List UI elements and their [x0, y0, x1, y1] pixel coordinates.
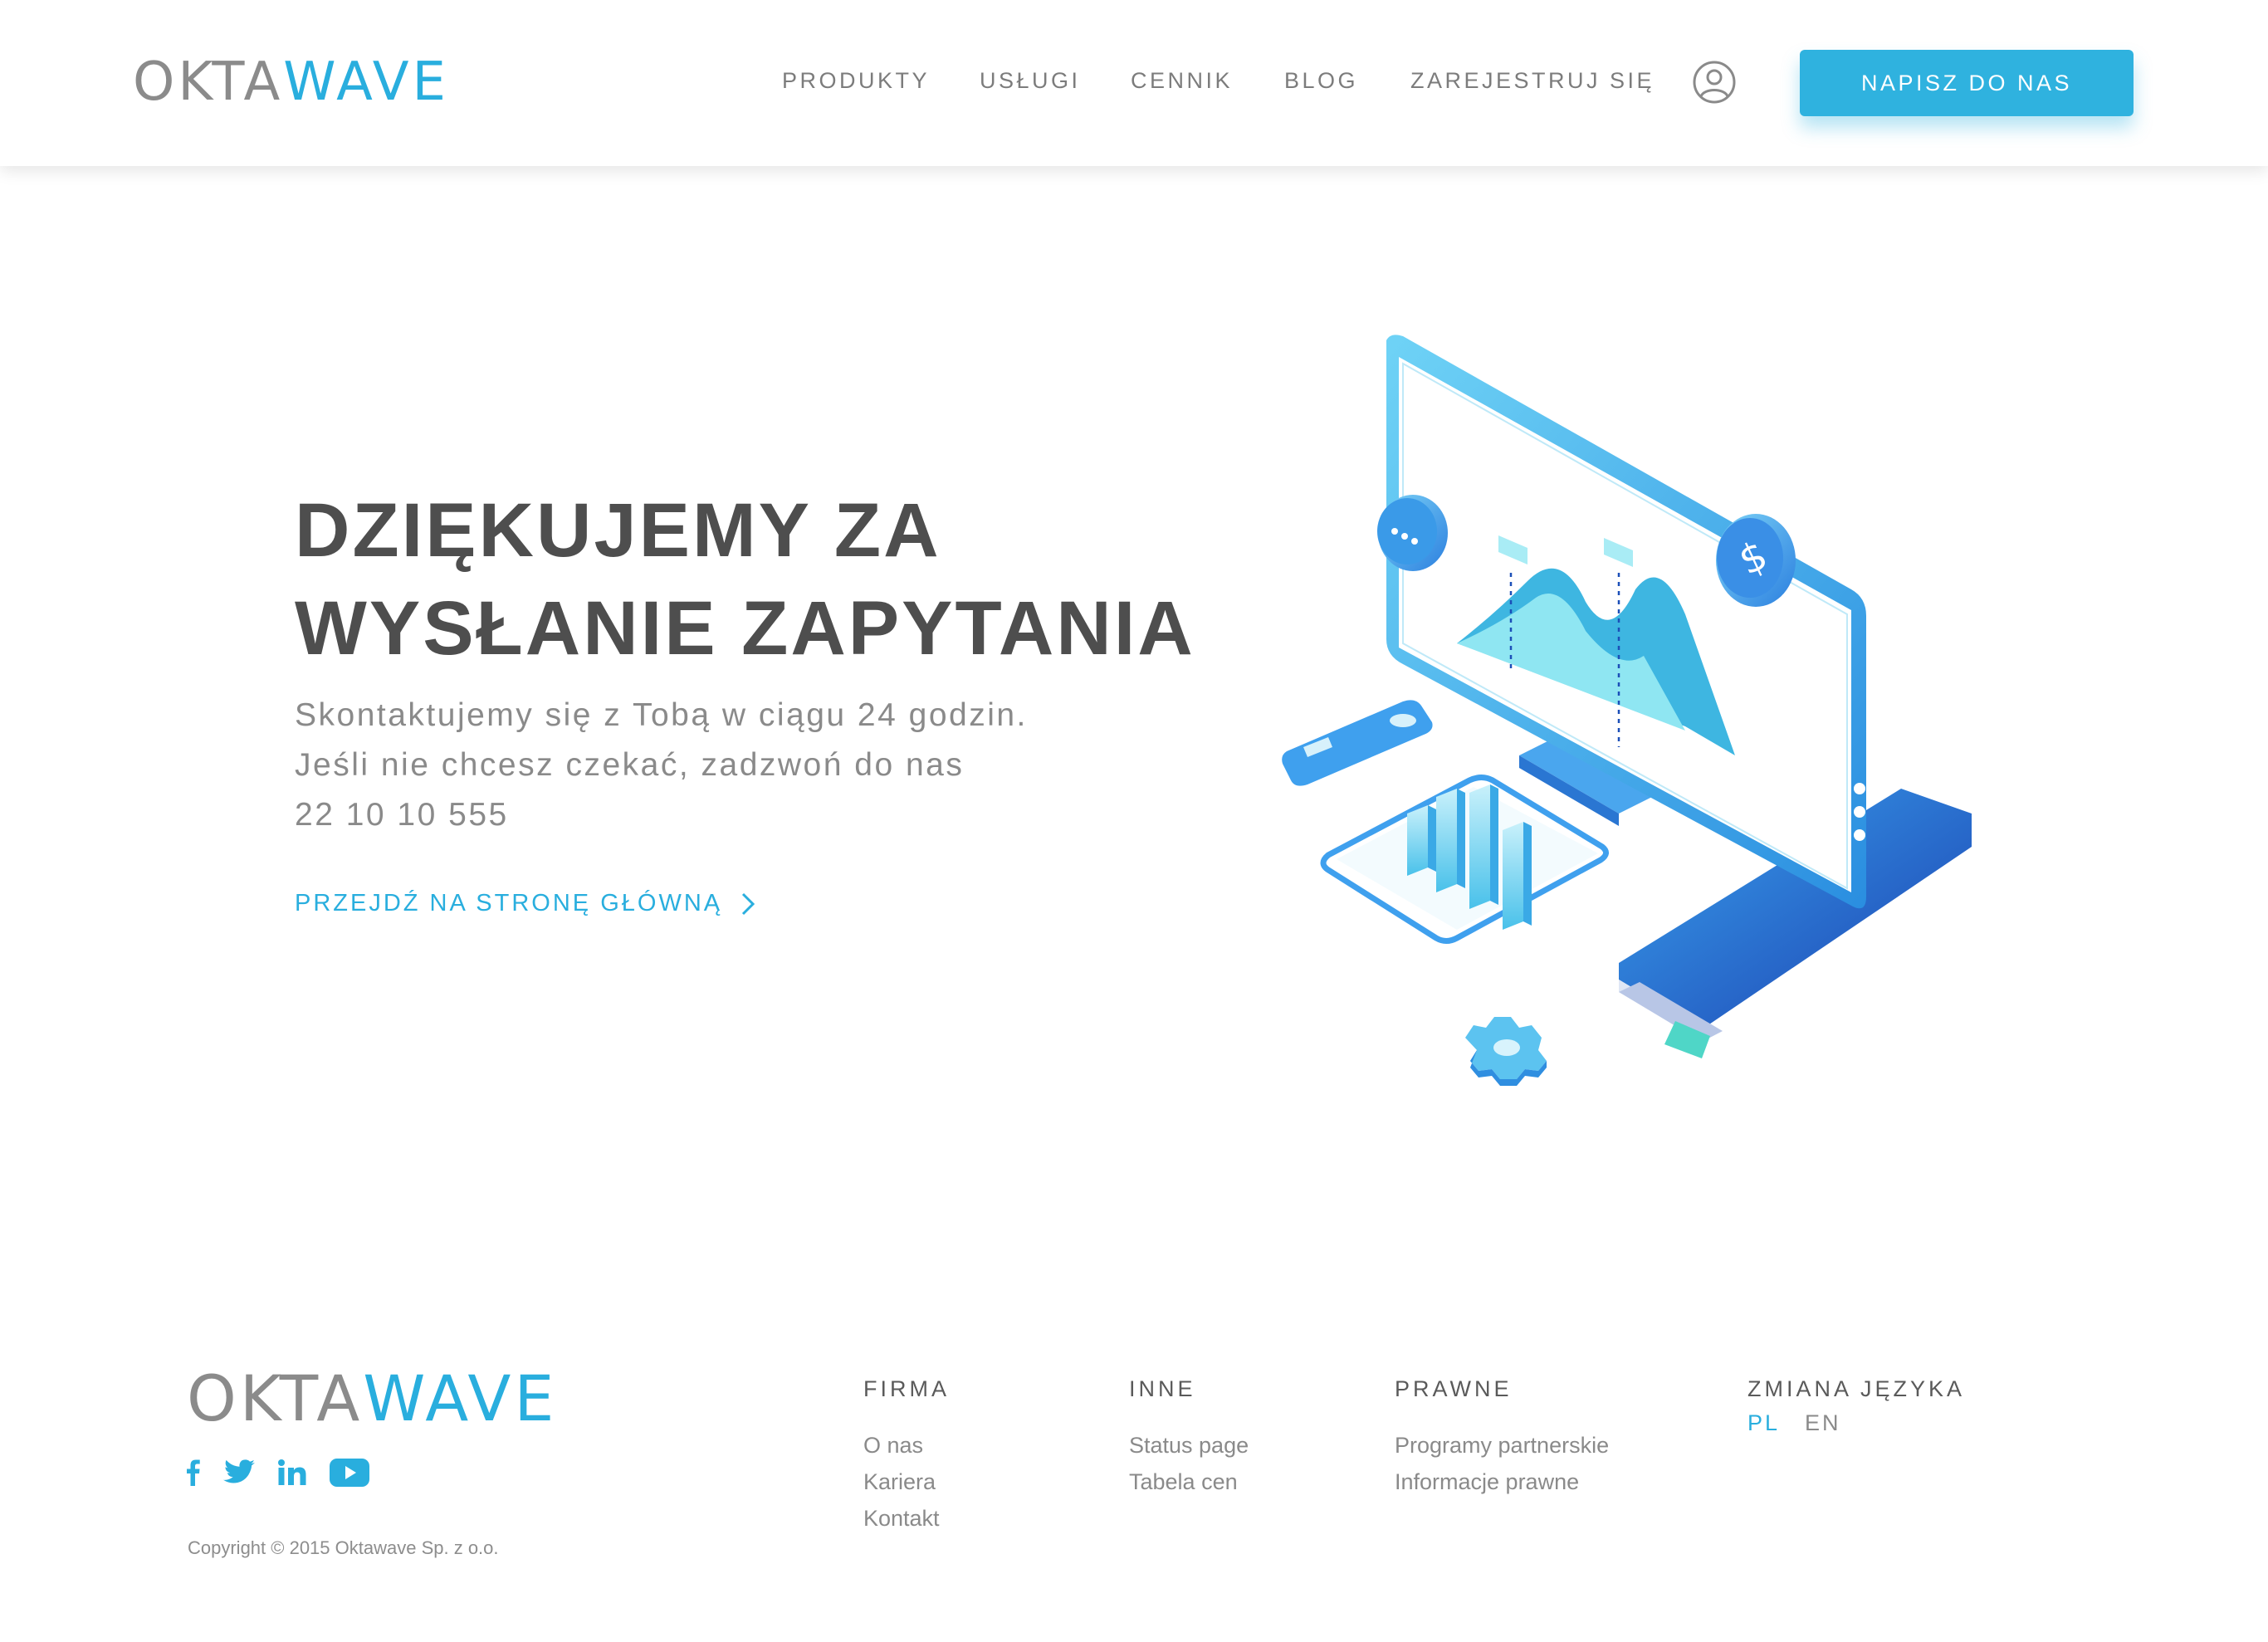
nav-item-cennik[interactable]: CENNIK [1131, 68, 1233, 94]
page-title: DZIĘKUJEMY ZA WYSŁANIE ZAPYTANIA [295, 481, 1291, 677]
footer-link-list: Status page Tabela cen [1129, 1427, 1249, 1500]
nav-item-produkty[interactable]: PRODUKTY [782, 68, 930, 94]
language-option-en[interactable]: EN [1805, 1410, 1841, 1436]
youtube-icon[interactable] [330, 1459, 369, 1487]
footer-column-firma: FIRMA O nas Kariera Kontakt [863, 1376, 950, 1537]
footer-logo[interactable]: OKTA WAVE [187, 1361, 557, 1435]
back-to-home-label: PRZEJDŹ NA STRONĘ GŁÓWNĄ [295, 890, 723, 916]
user-circle-icon[interactable] [1692, 60, 1737, 105]
nav-item-uslugi[interactable]: USŁUGI [980, 68, 1081, 94]
back-to-home-link[interactable]: PRZEJDŹ NA STRONĘ GŁÓWNĄ [295, 890, 755, 917]
footer-link-tabela-cen[interactable]: Tabela cen [1129, 1464, 1249, 1500]
footer-link-programy-partnerskie[interactable]: Programy partnerskie [1395, 1427, 1609, 1464]
confirmation-message: Skontaktujemy się z Tobą w ciągu 24 godz… [295, 691, 1208, 840]
facebook-icon[interactable] [187, 1459, 200, 1486]
footer-column-title: INNE [1129, 1376, 1196, 1401]
language-option-pl[interactable]: PL [1747, 1410, 1780, 1436]
language-options: PL EN [1747, 1410, 1965, 1436]
footer-link-kariera[interactable]: Kariera [863, 1464, 950, 1500]
contact-us-button[interactable]: NAPISZ DO NAS [1800, 50, 2134, 116]
page-title-line-2: WYSŁANIE ZAPYTANIA [295, 586, 1195, 671]
footer-link-list: O nas Kariera Kontakt [863, 1427, 950, 1537]
footer-link-kontakt[interactable]: Kontakt [863, 1500, 950, 1537]
chevron-right-icon [742, 892, 755, 915]
linkedin-icon[interactable] [278, 1459, 306, 1486]
isometric-monitor-illustration: $ [1282, 335, 1972, 1086]
logo-part-okta: OKTA [133, 51, 284, 113]
twitter-icon[interactable] [223, 1459, 255, 1486]
phone-number: 22 10 10 555 [295, 797, 509, 833]
copyright-text: Copyright © 2015 Oktawave Sp. z o.o. [188, 1537, 499, 1558]
social-links [187, 1459, 369, 1487]
footer-column-inne: INNE Status page Tabela cen [1129, 1376, 1249, 1500]
language-switcher-title: ZMIANA JĘZYKA [1747, 1376, 1966, 1401]
header-logo[interactable]: OKTA WAVE [133, 51, 449, 113]
message-line-1: Skontaktujemy się z Tobą w ciągu 24 godz… [295, 697, 1028, 733]
nav-item-blog[interactable]: BLOG [1284, 68, 1358, 94]
logo-part-wave: WAVE [283, 51, 449, 113]
site-header: OKTA WAVE PRODUKTY USŁUGI CENNIK BLOG ZAR… [0, 0, 2268, 166]
footer-logo-part-wave: WAVE [363, 1361, 558, 1435]
footer-link-status-page[interactable]: Status page [1129, 1427, 1249, 1464]
footer-logo-part-okta: OKTA [187, 1361, 364, 1435]
footer-column-title: FIRMA [863, 1376, 950, 1401]
message-line-2: Jeśli nie chcesz czekać, zadzwoń do nas [295, 747, 965, 783]
footer-link-o-nas[interactable]: O nas [863, 1427, 950, 1464]
footer-column-prawne: PRAWNE Programy partnerskie Informacje p… [1395, 1376, 1609, 1500]
footer-column-title: PRAWNE [1395, 1376, 1513, 1401]
footer-link-informacje-prawne[interactable]: Informacje prawne [1395, 1464, 1609, 1500]
nav-item-register[interactable]: ZAREJESTRUJ SIĘ [1410, 68, 1655, 94]
language-switcher: ZMIANA JĘZYKA PL EN [1747, 1376, 1965, 1436]
page-title-line-1: DZIĘKUJEMY ZA [295, 488, 941, 573]
footer-link-list: Programy partnerskie Informacje prawne [1395, 1427, 1609, 1500]
